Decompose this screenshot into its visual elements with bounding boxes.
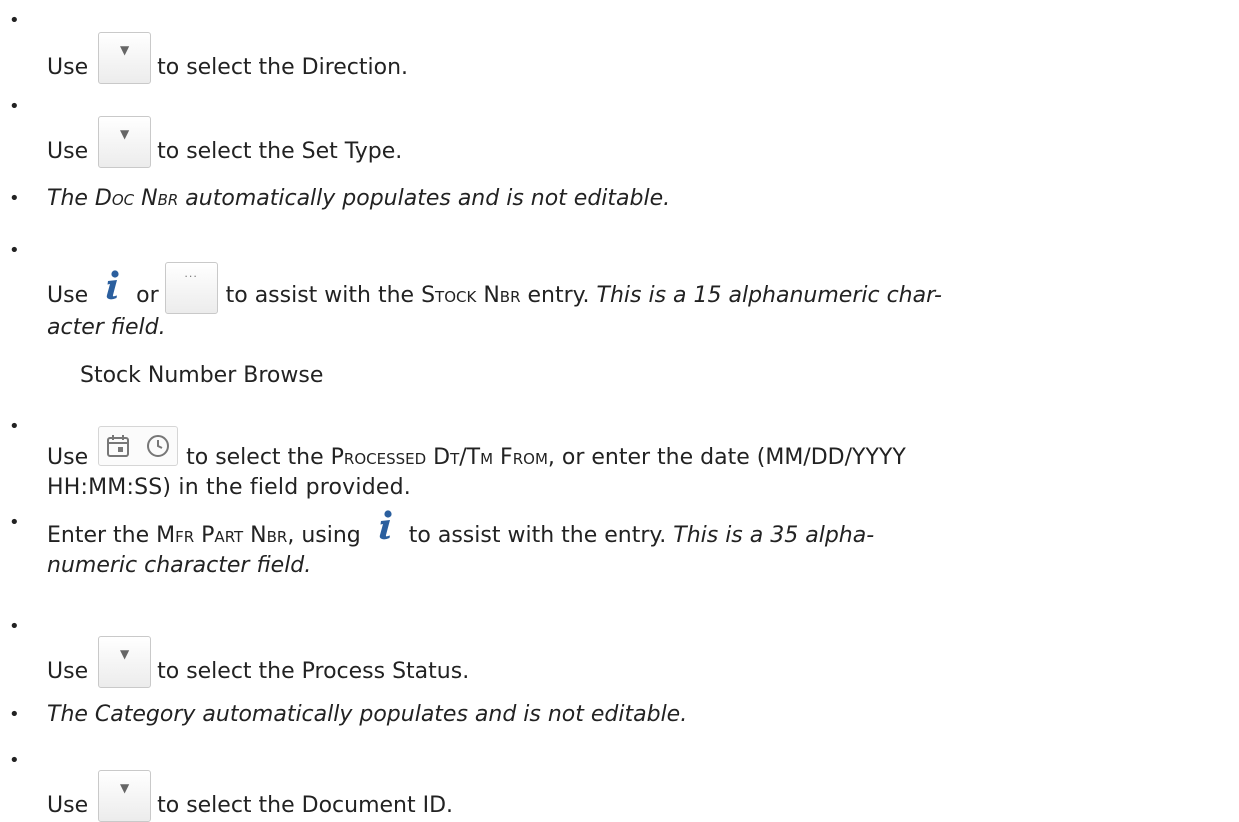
ellipsis-icon: ··· [184,270,198,283]
stock-note-1: This is a 15 alphanumeric char- [596,283,942,308]
mfr-term: Mfr Part Nbr [156,523,288,548]
use-text: Use [47,283,89,308]
calendar-icon [107,435,130,457]
stock-number-browse-label: Stock Number Browse [80,363,324,388]
use-text: Use [47,445,89,470]
stock-note-2: acter field. [47,315,166,340]
bullet: • [9,240,20,261]
document-id-text: to select the Document ID. [157,793,454,818]
use-text: Use [47,659,89,684]
stock-term: Stock Nbr [421,283,521,308]
info-icon[interactable] [100,270,126,300]
mfr-pre: Enter the [47,523,157,548]
bullet: • [9,416,20,437]
mfr-post: to assist with the entry. [408,523,674,548]
use-text: Use [47,139,89,164]
use-text: Use [47,55,89,80]
bullet: • [9,10,20,31]
or-text: or [136,283,159,308]
mfr-note-1: This is a 35 alpha- [673,523,875,548]
dropdown-button[interactable]: ▼ [98,636,152,688]
processed-pre: to select the [186,445,331,470]
bullet: • [9,704,20,725]
processed-term: Processed Dt/Tm From [330,445,548,470]
mfr-mid: , using [287,523,361,548]
set-type-text: to select the Set Type. [157,139,403,164]
bullet: • [9,750,20,771]
chevron-down-icon: ▼ [119,781,130,795]
dropdown-button[interactable]: ▼ [98,770,152,822]
chevron-down-icon: ▼ [119,43,130,57]
dropdown-button[interactable]: ▼ [98,116,152,168]
bullet: • [9,96,20,117]
bullet: • [9,188,20,209]
info-icon[interactable] [373,510,399,540]
direction-text: to select the Direction. [157,55,409,80]
processed-post: , or enter the date (MM/DD/YYYY [547,445,906,470]
browse-button[interactable]: ··· [164,262,218,314]
chevron-down-icon: ▼ [119,127,130,141]
bullet: • [9,512,20,533]
date-time-picker[interactable] [98,426,179,466]
doc-nbr-pre: The [47,186,95,211]
clock-icon [147,435,170,457]
doc-nbr-post: automatically populates and is not edita… [178,186,671,211]
stock-pre: to assist with the [225,283,422,308]
chevron-down-icon: ▼ [119,647,130,661]
use-text: Use [47,793,89,818]
dropdown-button[interactable]: ▼ [98,32,152,84]
processed-line2: HH:MM:SS) in the field provided. [47,474,411,500]
stock-post: entry. [520,283,597,308]
bullet: • [9,616,20,637]
process-status-text: to select the Process Status. [157,659,470,684]
doc-nbr-term: Doc Nbr [94,186,179,211]
mfr-note-2: numeric character field. [47,552,312,578]
category-text: The Category automatically populates and… [47,702,688,727]
